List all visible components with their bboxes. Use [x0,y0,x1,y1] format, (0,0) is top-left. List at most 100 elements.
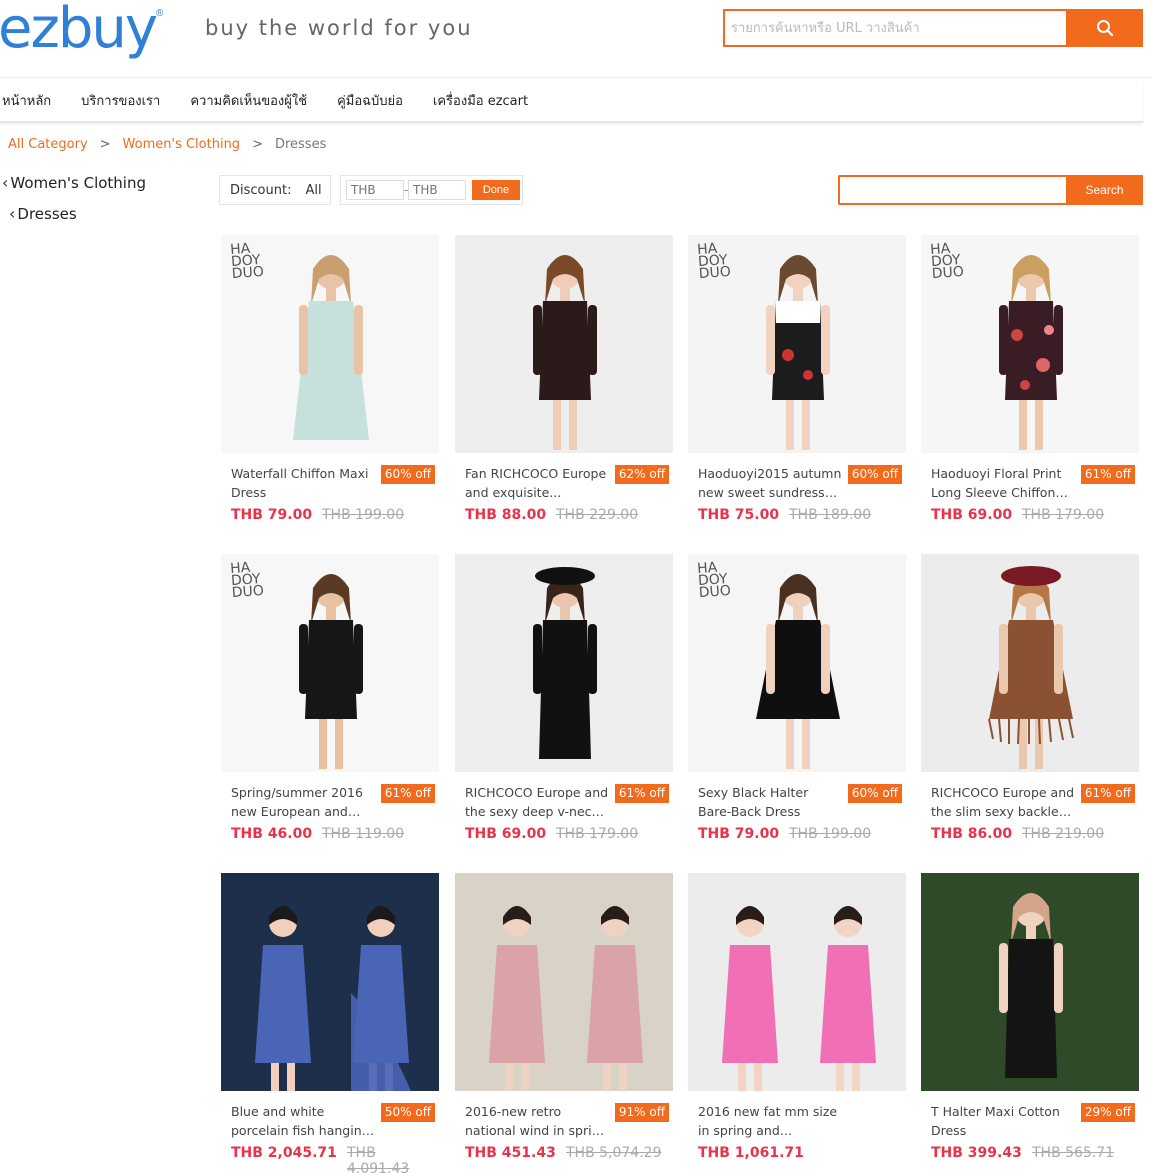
haoduoyi-brand-logo: HA DOY DUO [229,559,265,602]
discount-badge: 61% off [1080,465,1135,484]
product-card[interactable]: T Halter Maxi Cotton Dress 29% off THB 399… [921,873,1139,1173]
product-price: THB 75.00 [698,507,780,523]
haoduoyi-brand-logo: HA DOY DUO [696,559,732,602]
product-card[interactable]: Blue and white porcelain fish hanging ne… [221,873,439,1173]
filter-search-button[interactable]: Search [1066,175,1143,205]
product-card[interactable]: HA DOY DUO Waterfall Chiffon Maxi Dress 60% … [221,235,439,535]
sidebar-item-label: Women's Clothing [10,173,146,192]
discount-badge: 60% off [380,465,435,484]
product-name[interactable]: Haoduoyi Floral Print Long Sleeve Chiffo… [931,464,1076,502]
original-price: THB 219.00 [1022,826,1105,842]
original-price: THB 4,091.43 [347,1145,410,1173]
product-name[interactable]: Spring/summer 2016 new European and Amer… [231,783,376,821]
original-price: THB 5,074.29 [566,1145,662,1161]
product-card[interactable]: 2016-new retro national wind in spring a… [455,873,673,1173]
product-price: THB 79.00 [231,507,313,523]
product-image[interactable] [455,235,673,453]
product-card[interactable]: RICHCOCO Europe and the slim sexy backle… [921,554,1139,854]
discount-value: All [305,182,322,198]
chevron-left-icon: ‹ [2,173,9,192]
max-price-input[interactable] [408,180,466,200]
product-image[interactable] [921,873,1139,1091]
product-card[interactable]: RICHCOCO Europe and the sexy deep v-neck… [455,554,673,854]
breadcrumb-all-category[interactable]: All Category [8,137,88,152]
discount-badge: 91% off [614,1103,669,1122]
header: ezbuy ® buy the world for you [0,0,1152,78]
top-search-button[interactable] [1066,9,1143,47]
product-image[interactable] [455,554,673,772]
product-price: THB 69.00 [931,507,1013,523]
filter-search-input[interactable] [838,175,1066,205]
product-card[interactable]: HA DOY DUO Sexy Black Halter Bare-Back Dres… [688,554,906,854]
sidebar-item-womens-clothing[interactable]: ‹ Women's Clothing [2,173,146,192]
product-name[interactable]: RICHCOCO Europe and the sexy deep v-neck… [465,783,610,821]
original-price: THB 189.00 [789,507,872,523]
sidebar-item-label: Dresses [17,204,77,223]
product-price: THB 1,061.71 [698,1145,804,1161]
product-image[interactable] [455,873,673,1091]
nav-item-reviews[interactable]: ความคิดเห็นของผู้ใช้ [190,90,307,111]
ezbuy-logo[interactable]: ezbuy [0,0,158,61]
discount-badge: 50% off [380,1103,435,1122]
product-name[interactable]: 2016 new fat mm size in spring and summe… [698,1102,843,1140]
product-image[interactable] [688,873,906,1091]
haoduoyi-brand-logo: HA DOY DUO [229,240,265,283]
product-card[interactable]: HA DOY DUO Haoduoyi Floral Print Long Sleev… [921,235,1139,535]
product-card[interactable]: Fan RICHCOCO Europe and exquisite... 62% … [455,235,673,535]
product-name[interactable]: Fan RICHCOCO Europe and exquisite... [465,464,610,502]
original-price: THB 229.00 [556,507,639,523]
product-price: THB 88.00 [465,507,547,523]
nav-item-ezcart[interactable]: เครื่องมือ ezcart [433,90,528,111]
product-card[interactable]: HA DOY DUO Haoduoyi2015 autumn new sweet su… [688,235,906,535]
product-price: THB 79.00 [698,826,780,842]
product-name[interactable]: Blue and white porcelain fish hanging ne… [231,1102,376,1140]
done-button[interactable]: Done [472,180,520,200]
discount-badge: 61% off [1080,784,1135,803]
breadcrumb-womens-clothing[interactable]: Women's Clothing [123,137,241,152]
filter-search-bar: Search [838,175,1143,205]
discount-badge: 61% off [614,784,669,803]
breadcrumb-separator: > [99,137,111,152]
top-search-input[interactable] [723,9,1066,47]
chevron-left-icon: ‹ [9,204,16,223]
price-range-filter: Done [340,175,523,205]
nav-item-guide[interactable]: คู่มือฉบับย่อ [337,90,403,111]
product-price: THB 69.00 [465,826,547,842]
sidebar-item-dresses[interactable]: ‹ Dresses [9,204,77,223]
breadcrumb-separator: > [252,137,263,152]
product-image[interactable] [221,873,439,1091]
nav-item-services[interactable]: บริการของเรา [81,90,160,111]
main-nav: หน้าหลัก บริการของเรา ความคิดเห็นของผู้ใ… [0,79,1143,123]
product-price: THB 46.00 [231,826,313,842]
product-price: THB 86.00 [931,826,1013,842]
product-card[interactable]: HA DOY DUO Spring/summer 2016 new European … [221,554,439,854]
haoduoyi-brand-logo: HA DOY DUO [696,240,732,283]
original-price: THB 199.00 [789,826,872,842]
search-icon [1096,20,1113,37]
product-image[interactable] [921,554,1139,772]
registered-mark: ® [156,8,164,19]
nav-item-home[interactable]: หน้าหลัก [2,90,51,111]
discount-badge: 60% off [847,465,902,484]
discount-label: Discount: [230,182,292,198]
product-name[interactable]: 2016-new retro national wind in spring a… [465,1102,610,1140]
product-name[interactable]: Haoduoyi2015 autumn new sweet sundresses… [698,464,843,502]
breadcrumb: All Category > Women's Clothing > Dresse… [8,137,326,152]
original-price: THB 565.71 [1032,1145,1115,1161]
product-name[interactable]: RICHCOCO Europe and the slim sexy backle… [931,783,1076,821]
product-name[interactable]: Sexy Black Halter Bare-Back Dress [698,783,843,821]
breadcrumb-current: Dresses [274,137,327,152]
discount-badge: 60% off [847,784,902,803]
min-price-input[interactable] [346,180,404,200]
product-name[interactable]: T Halter Maxi Cotton Dress [931,1102,1076,1140]
product-name[interactable]: Waterfall Chiffon Maxi Dress [231,464,376,502]
product-price: THB 451.43 [465,1145,556,1161]
original-price: THB 119.00 [322,826,405,842]
original-price: THB 199.00 [322,507,405,523]
top-search-bar [723,9,1143,47]
discount-filter[interactable]: Discount: All [219,175,331,205]
product-card[interactable]: 2016 new fat mm size in spring and summe… [688,873,906,1173]
slogan: buy the world for you [205,16,473,40]
discount-badge: 61% off [380,784,435,803]
original-price: THB 179.00 [1022,507,1105,523]
